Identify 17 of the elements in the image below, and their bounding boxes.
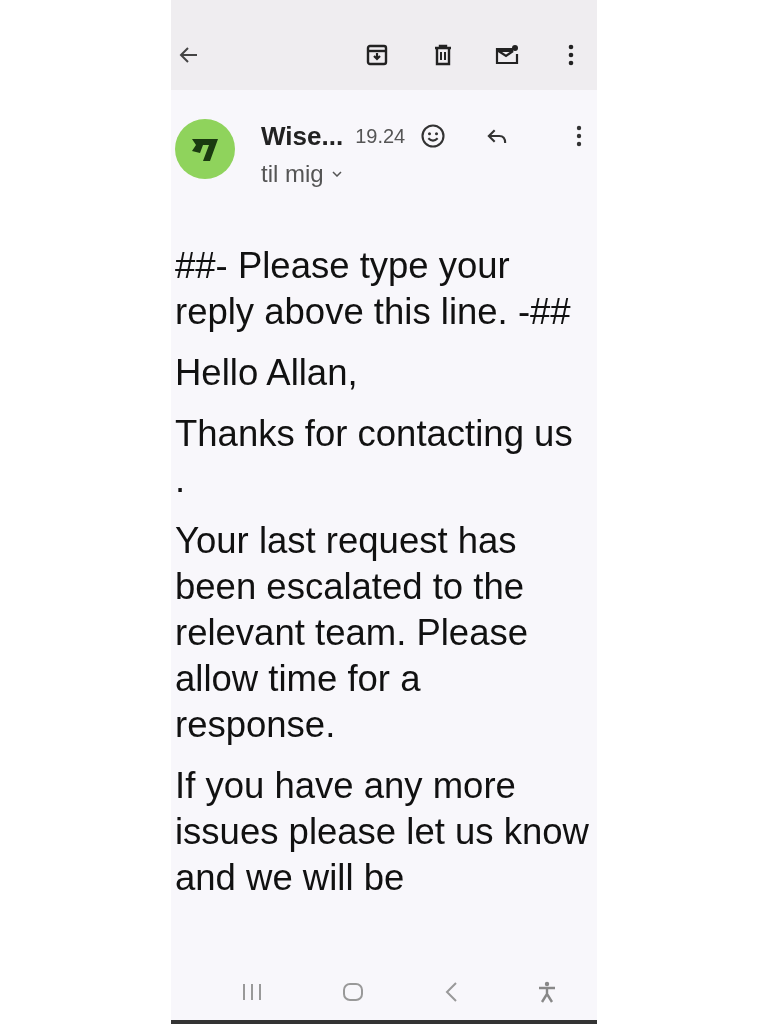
body-paragraph: Hello Allan, xyxy=(175,351,359,395)
body-paragraph: ##- Please type your reply above this line. -## xyxy=(175,244,572,334)
body-paragraph: Thanks for contacting us . xyxy=(175,412,574,502)
chevron-down-icon[interactable] xyxy=(331,171,342,177)
avatar-icon xyxy=(175,119,235,179)
archive-icon[interactable] xyxy=(365,43,389,67)
body-paragraph: Your last request has been escalated to the relevant team. Please allow time for a response. xyxy=(175,519,530,747)
mail-icon[interactable] xyxy=(495,43,519,67)
sender-name: Wise... xyxy=(261,120,344,152)
recipient-label: til mig xyxy=(261,160,324,188)
home-icon[interactable] xyxy=(342,982,365,1002)
more-icon[interactable] xyxy=(575,124,583,148)
accessibility-icon[interactable] xyxy=(537,981,558,1003)
back-nav-icon[interactable] xyxy=(443,981,458,1003)
body-paragraph: If you have any more issues please let us know and we will be xyxy=(175,764,589,900)
time-label: 19.24 xyxy=(355,124,406,148)
recent-apps-icon[interactable] xyxy=(240,982,263,1002)
